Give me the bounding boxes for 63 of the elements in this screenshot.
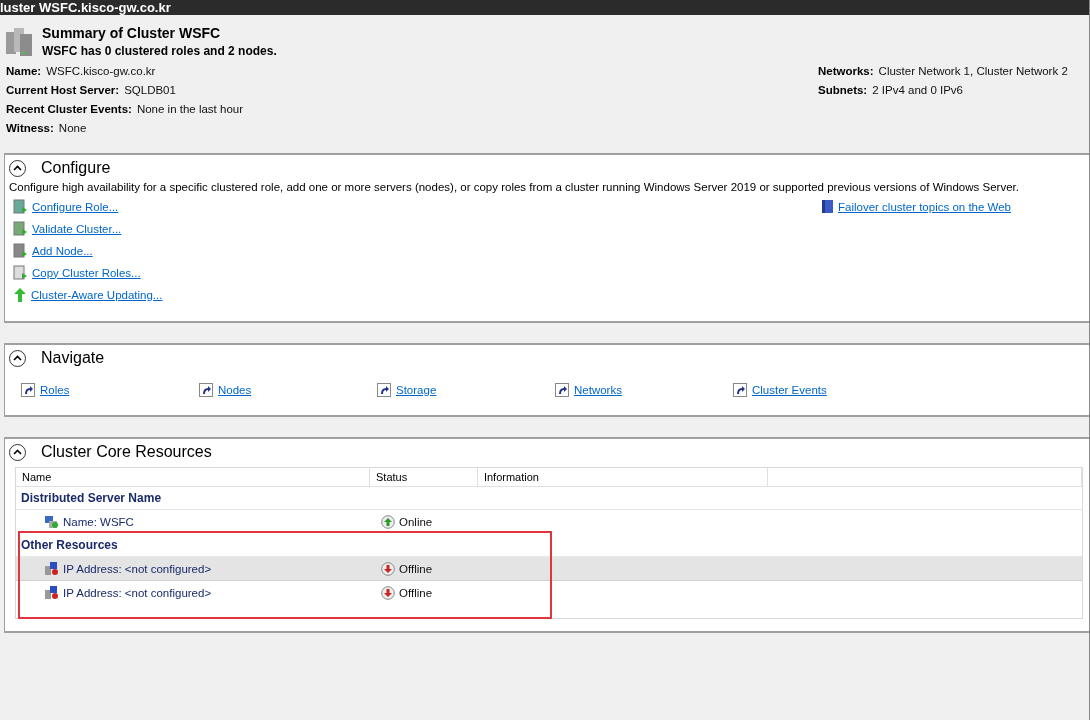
server-icon [13,243,28,258]
field-label: Name: [6,64,42,78]
collapse-toggle[interactable] [9,349,26,367]
server-icon [13,199,28,214]
action-link[interactable]: Configure Role... [32,200,119,213]
field-value: 2 IPv4 and 0 IPv6 [872,83,963,97]
chevron-up-icon [13,165,22,171]
section-title: Configure [41,159,111,177]
action-link[interactable]: Validate Cluster... [32,222,122,235]
up-arrow-icon [13,287,27,303]
field-label: Recent Cluster Events: [6,102,132,116]
shortcut-icon [733,383,747,397]
resource-name: IP Address: <not configured> [63,562,212,575]
window-title: luster WSFC.kisco-gw.co.kr [0,0,171,15]
collapse-toggle[interactable] [9,443,26,461]
document-icon [13,265,28,280]
chevron-up-icon [13,355,22,361]
resource-row[interactable]: IP Address: <not configured> Offline [16,581,1082,605]
action-link[interactable]: Add Node... [32,244,93,257]
column-header[interactable]: Name [16,468,370,486]
field-label: Witness: [6,121,54,135]
ip-address-icon [44,561,59,576]
summary-subheading: WSFC has 0 clustered roles and 2 nodes. [42,44,277,58]
field-value: None in the last hour [136,102,244,116]
column-header[interactable]: Status [370,468,478,486]
navigate-link[interactable]: Nodes [218,384,252,396]
chevron-up-icon [13,449,22,455]
field-value: SQLDB01 [124,83,176,97]
navigate-link[interactable]: Cluster Events [752,384,827,396]
column-header[interactable]: Information [477,468,769,486]
shortcut-icon [199,383,213,397]
summary-heading: Summary of Cluster WSFC [42,25,222,41]
server-icon [13,221,28,236]
resource-status: Online [399,515,433,528]
shortcut-icon [555,383,569,397]
resource-status: Offline [399,586,433,599]
group-header: Distributed Server Name [16,487,1082,510]
resource-name: IP Address: <not configured> [63,586,212,599]
section-title: Navigate [41,349,105,367]
action-link[interactable]: Cluster-Aware Updating... [31,289,163,301]
navigate-link[interactable]: Storage [396,384,437,396]
field-label: Networks: [818,64,874,78]
field-value: None [58,121,87,135]
action-link[interactable]: Copy Cluster Roles... [32,266,141,279]
help-book-icon [821,199,834,214]
resource-name: Name: WSFC [63,515,134,528]
field-label: Current Host Server: [6,83,120,97]
field-value: Cluster Network 1, Cluster Network 2 [878,64,1068,78]
shortcut-icon [377,383,391,397]
shortcut-icon [21,383,35,397]
resource-row[interactable]: IP Address: <not configured> Offline [16,557,1082,581]
section-title: Cluster Core Resources [41,443,212,461]
resource-status: Offline [399,562,433,575]
help-link[interactable]: Failover cluster topics on the Web [838,200,1011,213]
navigate-link[interactable]: Networks [574,384,622,396]
field-label: Subnets: [818,83,868,97]
ip-address-icon [44,585,59,600]
field-value: WSFC.kisco-gw.co.kr [46,64,156,78]
resource-row[interactable]: Name: WSFC Online [16,510,1082,534]
network-name-icon [44,514,59,529]
navigate-link[interactable]: Roles [40,384,70,396]
collapse-toggle[interactable] [9,159,26,177]
configure-description: Configure high availability for a specific clustered role, add one or more servers (nodes), or copy roles from a cluster running Windows Server 2019 or supported previous versions of Windows Server. [9,181,1020,193]
